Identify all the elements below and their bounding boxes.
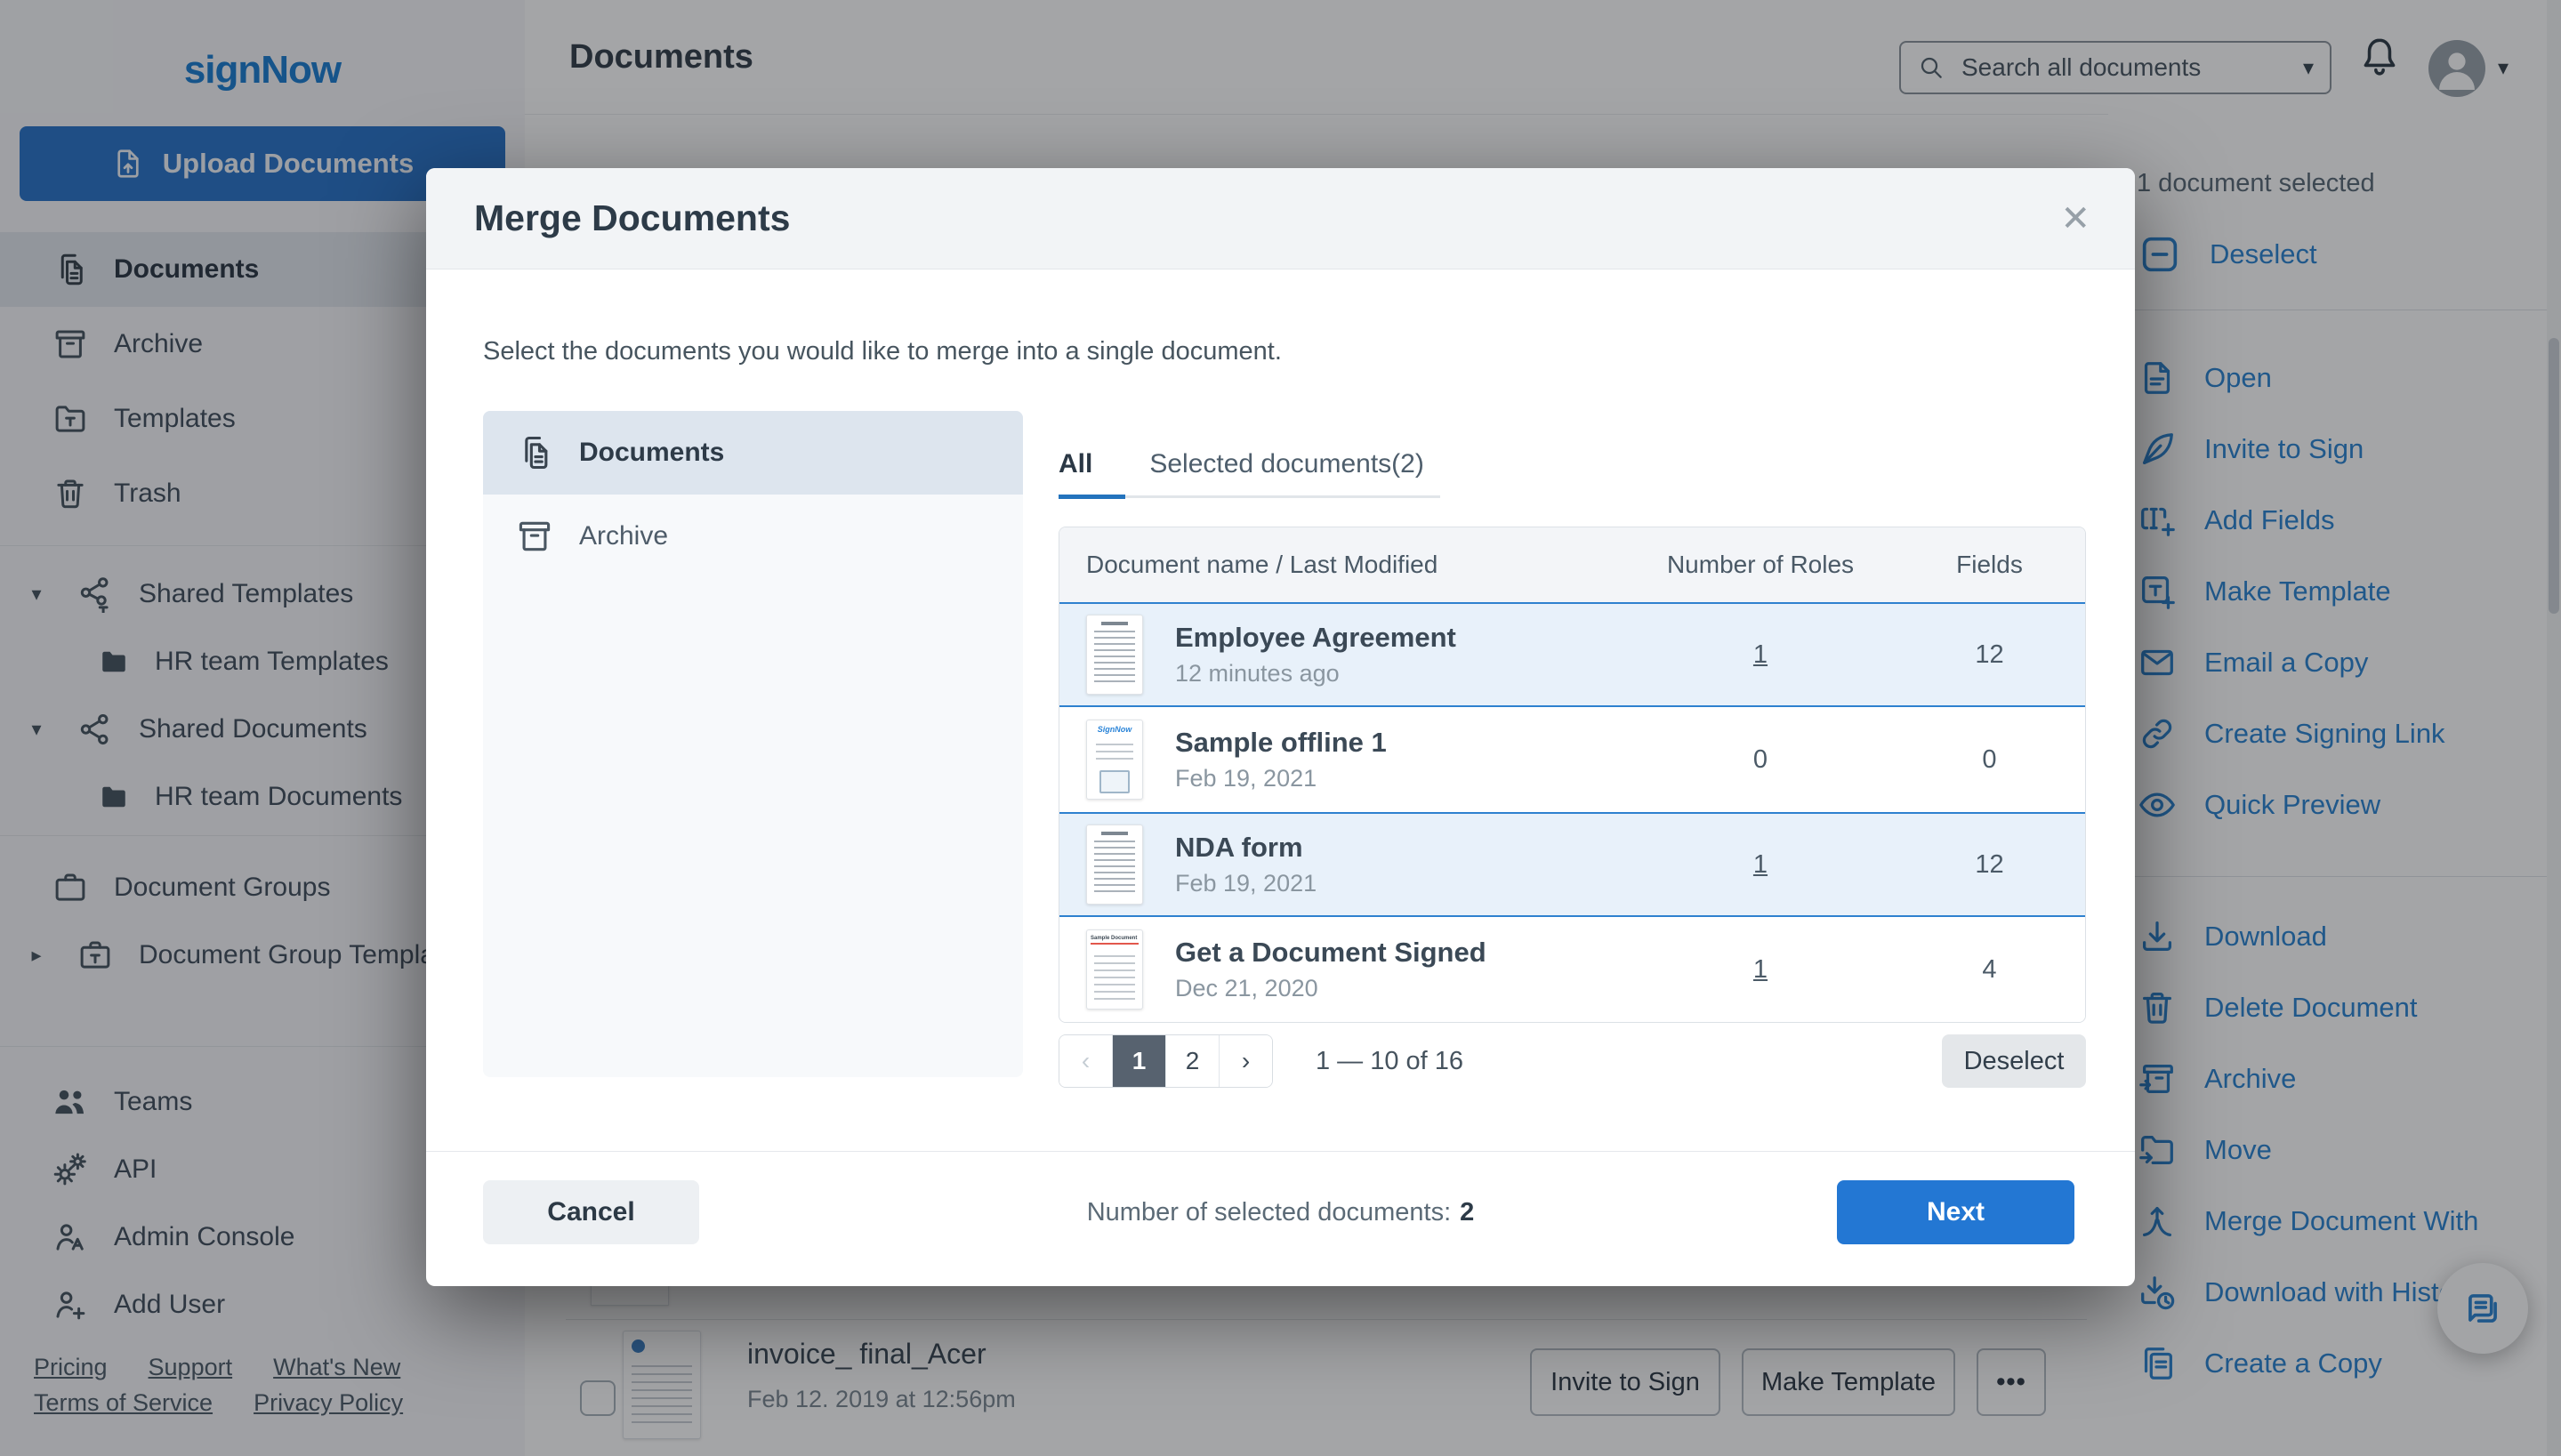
document-thumbnail	[1086, 720, 1143, 800]
tab-selected-documents[interactable]: Selected documents(2)	[1149, 449, 1424, 479]
document-name: Get a Document Signed	[1175, 937, 1486, 969]
pagination-page-1[interactable]: 1	[1113, 1035, 1166, 1087]
thumbnail-device-art	[1099, 770, 1130, 793]
fields-count: 0	[1982, 745, 1996, 774]
fields-count: 12	[1975, 850, 2003, 879]
roles-count-link[interactable]: 1	[1753, 955, 1768, 984]
fields-count: 4	[1982, 955, 1996, 984]
table-row[interactable]: Get a Document Signed Dec 21, 2020 1 4	[1059, 917, 2085, 1022]
table-header: Document name / Last Modified Number of …	[1059, 527, 2085, 602]
column-roles-header: Number of Roles	[1627, 551, 1894, 579]
source-item-archive[interactable]: Archive	[483, 495, 1023, 578]
pagination: ‹ 1 2 › 1 — 10 of 16 Deselect	[1059, 1034, 2086, 1088]
document-thumbnail	[1086, 615, 1143, 695]
document-name: Employee Agreement	[1175, 622, 1456, 654]
merge-documents-modal: Merge Documents ✕ Select the documents y…	[426, 168, 2135, 1286]
document-modified: 12 minutes ago	[1175, 660, 1456, 688]
source-item-documents[interactable]: Documents	[483, 411, 1023, 495]
deselect-button[interactable]: Deselect	[1942, 1034, 2086, 1088]
document-modified: Feb 19, 2021	[1175, 765, 1387, 792]
modal-title: Merge Documents	[474, 197, 2060, 239]
roles-count-link[interactable]: 1	[1753, 850, 1768, 879]
archive-icon	[515, 517, 554, 556]
signnow-app: signNow Upload Documents Documents Archi…	[0, 0, 2561, 1456]
modal-footer: Cancel Number of selected documents: 2 N…	[426, 1151, 2135, 1286]
pagination-group: ‹ 1 2 ›	[1059, 1034, 1273, 1088]
column-name-header: Document name / Last Modified	[1059, 551, 1627, 579]
modal-header: Merge Documents ✕	[426, 168, 2135, 269]
document-name: NDA form	[1175, 832, 1317, 864]
document-modified: Dec 21, 2020	[1175, 975, 1486, 1002]
table-row[interactable]: Sample offline 1 Feb 19, 2021 0 0	[1059, 707, 2085, 812]
tab-all[interactable]: All	[1059, 449, 1092, 479]
document-thumbnail	[1086, 825, 1143, 905]
close-icon[interactable]: ✕	[2060, 201, 2090, 237]
tab-underline	[1059, 495, 1440, 498]
column-fields-header: Fields	[1894, 551, 2085, 579]
document-tabs: All Selected documents(2)	[1059, 449, 1424, 479]
documents-table: Document name / Last Modified Number of …	[1059, 527, 2086, 1023]
cancel-button[interactable]: Cancel	[483, 1180, 699, 1244]
table-row[interactable]: Employee Agreement 12 minutes ago 1 12	[1059, 602, 2085, 707]
modal-description: Select the documents you would like to m…	[483, 337, 1282, 366]
next-button[interactable]: Next	[1837, 1180, 2074, 1244]
table-row[interactable]: NDA form Feb 19, 2021 1 12	[1059, 812, 2085, 917]
selected-count-value: 2	[1460, 1198, 1474, 1227]
documents-icon	[515, 433, 554, 472]
pagination-page-2[interactable]: 2	[1166, 1035, 1220, 1087]
pagination-next-icon[interactable]: ›	[1220, 1035, 1272, 1087]
pagination-prev-icon[interactable]: ‹	[1059, 1035, 1113, 1087]
document-name: Sample offline 1	[1175, 727, 1387, 759]
pagination-range-text: 1 — 10 of 16	[1316, 1047, 1463, 1076]
roles-count: 0	[1753, 745, 1768, 774]
source-item-label: Archive	[579, 521, 668, 551]
source-item-label: Documents	[579, 438, 724, 468]
selected-count-label: Number of selected documents:	[1087, 1198, 1451, 1227]
document-modified: Feb 19, 2021	[1175, 870, 1317, 897]
roles-count-link[interactable]: 1	[1753, 640, 1768, 669]
source-list: Documents Archive	[483, 411, 1023, 1077]
document-thumbnail	[1086, 929, 1143, 1010]
selected-documents-count: Number of selected documents: 2	[1087, 1180, 1475, 1244]
fields-count: 12	[1975, 640, 2003, 669]
